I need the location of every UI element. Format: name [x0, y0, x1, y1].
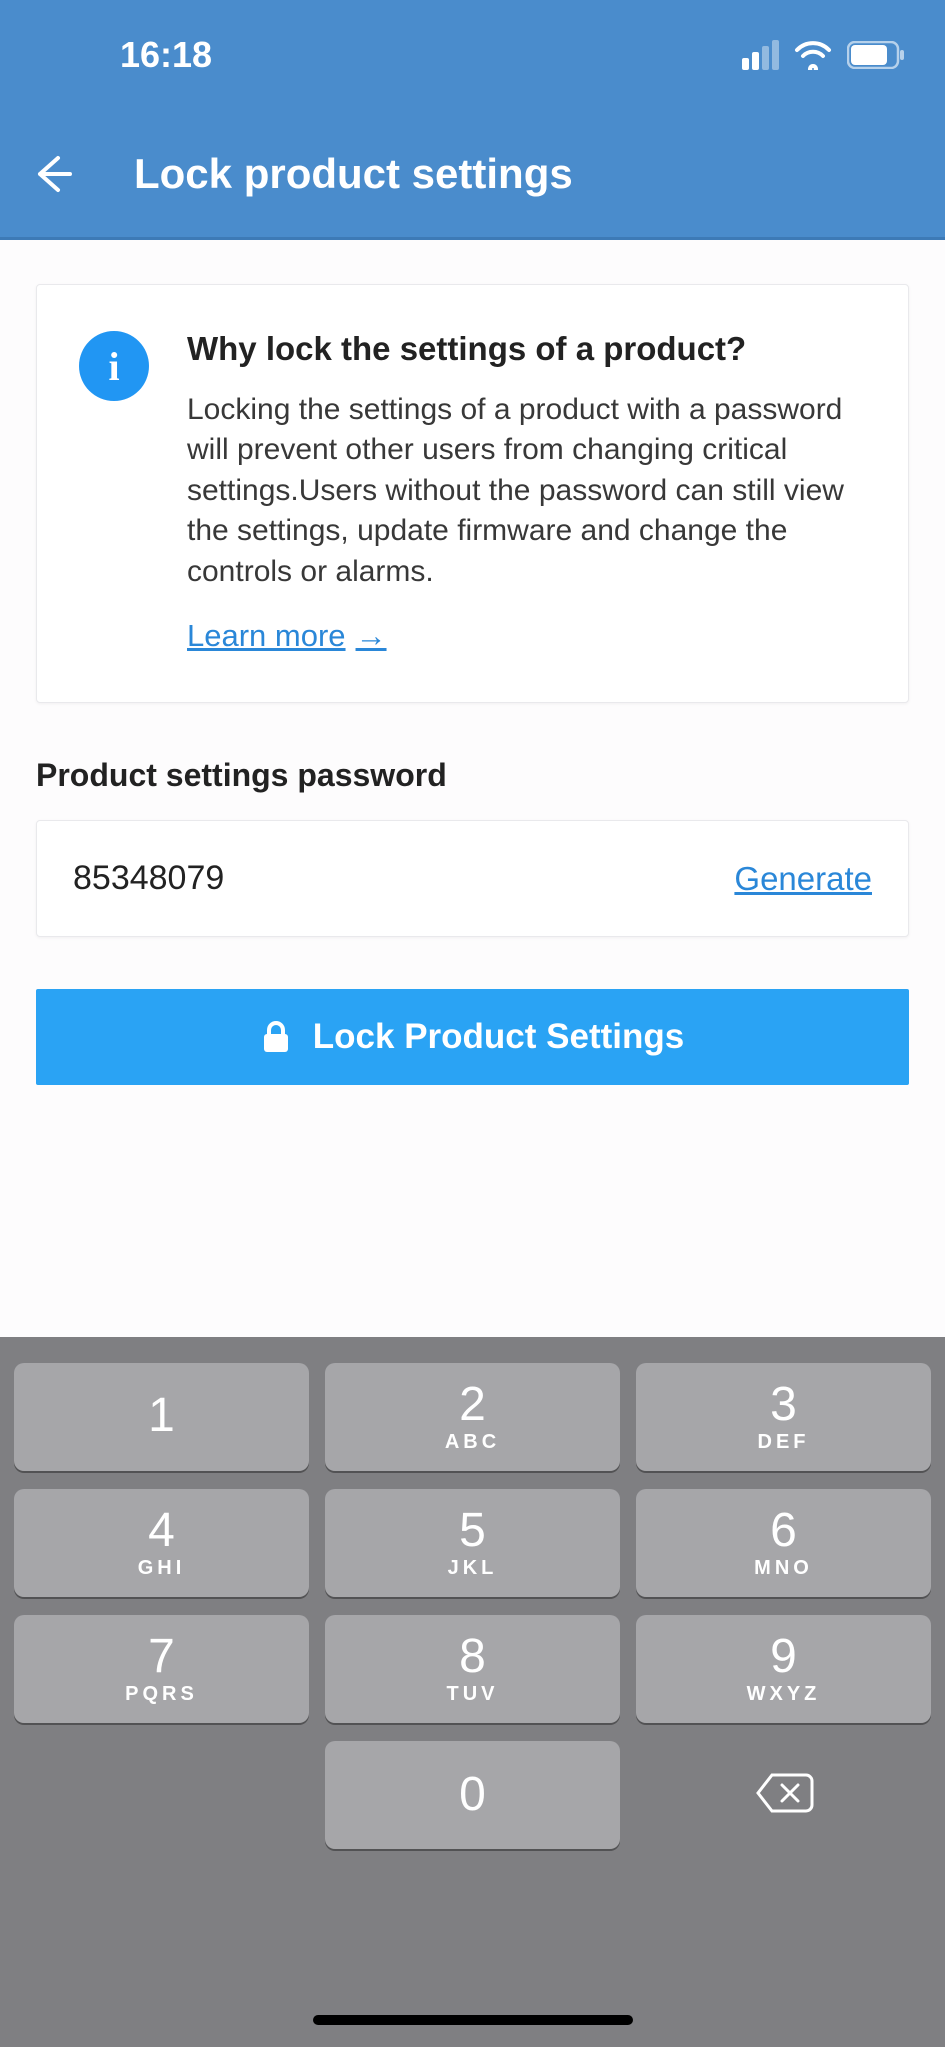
- key-4-num: 4: [148, 1507, 175, 1555]
- cellular-signal-icon: [742, 40, 779, 70]
- wifi-icon: [793, 40, 833, 70]
- key-4-abc: GHI: [138, 1557, 186, 1580]
- status-time: 16:18: [120, 34, 212, 76]
- numeric-keyboard: 1 2ABC 3DEF 4GHI 5JKL 6MNO 7PQRS 8TUV 9W…: [0, 1337, 945, 2047]
- key-2-abc: ABC: [445, 1431, 500, 1454]
- backspace-icon: [754, 1771, 814, 1820]
- key-4[interactable]: 4GHI: [14, 1489, 309, 1597]
- key-8-abc: TUV: [447, 1683, 499, 1706]
- key-6[interactable]: 6MNO: [636, 1489, 931, 1597]
- status-indicators: [742, 40, 905, 70]
- key-7-abc: PQRS: [125, 1683, 198, 1706]
- generate-link[interactable]: Generate: [734, 860, 872, 898]
- lock-product-settings-button[interactable]: Lock Product Settings: [36, 989, 909, 1085]
- key-1-num: 1: [148, 1392, 175, 1440]
- page-title: Lock product settings: [134, 150, 573, 198]
- key-0[interactable]: 0: [325, 1741, 620, 1849]
- key-6-num: 6: [770, 1507, 797, 1555]
- info-card: i Why lock the settings of a product? Lo…: [36, 284, 909, 703]
- password-section-label: Product settings password: [36, 757, 909, 794]
- home-indicator[interactable]: [313, 2015, 633, 2025]
- lock-icon: [261, 1020, 291, 1054]
- back-arrow-icon[interactable]: [30, 152, 74, 196]
- key-2-num: 2: [459, 1381, 486, 1429]
- learn-more-label: Learn more: [187, 618, 346, 654]
- info-heading: Why lock the settings of a product?: [187, 327, 866, 372]
- key-7[interactable]: 7PQRS: [14, 1615, 309, 1723]
- backspace-key[interactable]: [636, 1741, 931, 1849]
- key-9-abc: WXYZ: [747, 1683, 821, 1706]
- password-card: Generate: [36, 820, 909, 937]
- key-5[interactable]: 5JKL: [325, 1489, 620, 1597]
- lock-button-label: Lock Product Settings: [313, 1017, 684, 1057]
- key-5-num: 5: [459, 1507, 486, 1555]
- page-header: Lock product settings: [0, 110, 945, 240]
- key-8[interactable]: 8TUV: [325, 1615, 620, 1723]
- content-area: i Why lock the settings of a product? Lo…: [0, 240, 945, 1085]
- key-1[interactable]: 1: [14, 1363, 309, 1471]
- key-9[interactable]: 9WXYZ: [636, 1615, 931, 1723]
- info-body: Locking the settings of a product with a…: [187, 390, 866, 593]
- key-8-num: 8: [459, 1633, 486, 1681]
- password-input[interactable]: [73, 859, 552, 898]
- key-2[interactable]: 2ABC: [325, 1363, 620, 1471]
- info-text: Why lock the settings of a product? Lock…: [187, 327, 866, 654]
- key-9-num: 9: [770, 1633, 797, 1681]
- status-bar: 16:18: [0, 0, 945, 110]
- key-0-num: 0: [459, 1771, 486, 1819]
- key-3[interactable]: 3DEF: [636, 1363, 931, 1471]
- info-icon: i: [79, 331, 149, 401]
- arrow-right-icon: →: [356, 618, 387, 654]
- battery-icon: [847, 41, 905, 69]
- key-5-abc: JKL: [448, 1557, 498, 1580]
- key-3-abc: DEF: [758, 1431, 810, 1454]
- key-3-num: 3: [770, 1381, 797, 1429]
- key-empty: [14, 1741, 309, 1849]
- key-6-abc: MNO: [754, 1557, 813, 1580]
- learn-more-link[interactable]: Learn more →: [187, 618, 387, 654]
- key-7-num: 7: [148, 1633, 175, 1681]
